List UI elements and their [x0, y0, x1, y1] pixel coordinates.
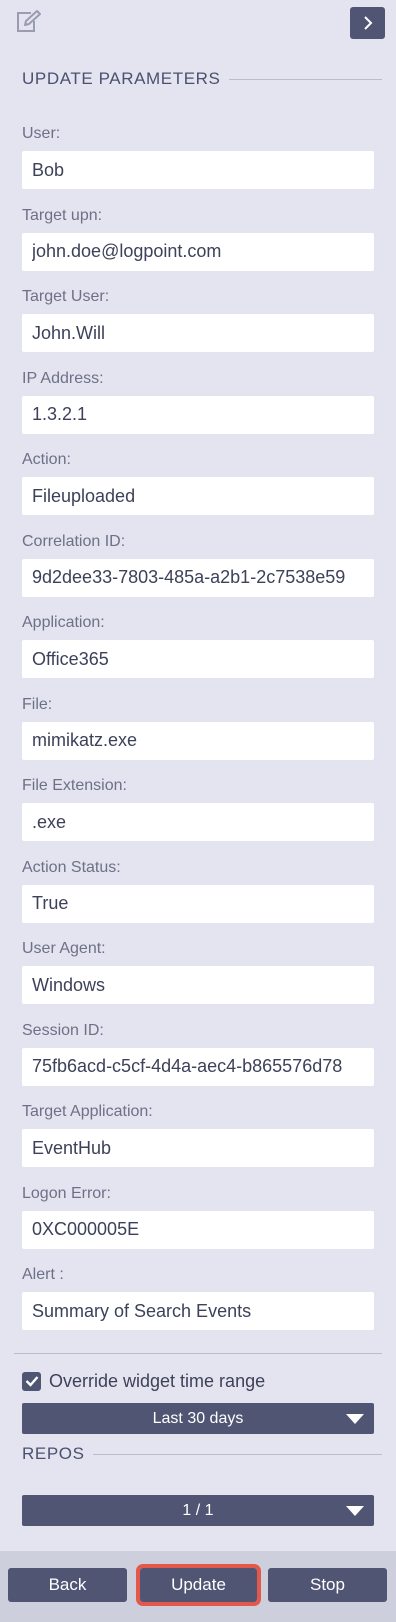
repos-divider: [92, 1453, 382, 1455]
section-divider: [228, 78, 382, 80]
field-label: Action:: [22, 451, 71, 468]
field-label: Correlation ID:: [22, 532, 126, 550]
divider: [14, 1353, 382, 1354]
field-input[interactable]: [22, 151, 374, 189]
field-input[interactable]: [22, 314, 374, 352]
field-input[interactable]: [22, 558, 374, 597]
field-label: Alert :: [22, 1266, 64, 1283]
update-parameters-panel: UPDATE PARAMETERS User: Target upn: Target…: [0, 0, 396, 1622]
parameter-field: User Agent:: [22, 936, 374, 1018]
field-label: Target User:: [22, 288, 110, 305]
collapse-panel-button[interactable]: [350, 7, 385, 39]
edit-icon[interactable]: [14, 9, 42, 35]
section-title: UPDATE PARAMETERS: [22, 69, 221, 88]
section-header: UPDATE PARAMETERS: [22, 68, 382, 90]
field-label: Application:: [22, 614, 105, 631]
parameter-field: Target Application:: [22, 1099, 374, 1181]
field-label: File Extension:: [22, 777, 127, 794]
update-button[interactable]: Update: [136, 1564, 261, 1606]
parameter-fields: User: Target upn: Target User: IP Address: A…: [22, 121, 374, 1344]
field-input[interactable]: [22, 1210, 374, 1249]
field-input[interactable]: [22, 884, 374, 923]
field-input[interactable]: [22, 803, 374, 841]
field-label: Logon Error:: [22, 1184, 111, 1202]
repos-dropdown[interactable]: 1 / 1: [22, 1495, 374, 1526]
parameter-field: Target upn:: [22, 203, 374, 285]
field-input[interactable]: [22, 477, 374, 515]
time-range-dropdown[interactable]: Last 30 days: [22, 1403, 374, 1434]
field-label: User Agent:: [22, 940, 106, 957]
field-input[interactable]: [22, 1047, 374, 1086]
field-input[interactable]: [22, 721, 374, 760]
parameter-field: Action:: [22, 447, 374, 529]
field-input[interactable]: [22, 1129, 374, 1167]
stop-button[interactable]: Stop: [268, 1568, 387, 1602]
field-label: Target upn:: [22, 206, 103, 224]
parameter-field: Alert :: [22, 1262, 374, 1344]
parameter-field: Correlation ID:: [22, 529, 374, 611]
checkmark-icon: [25, 1376, 38, 1387]
field-label: File:: [22, 695, 53, 713]
field-input[interactable]: [22, 966, 374, 1004]
top-bar: [0, 0, 396, 50]
repos-header: REPOS: [22, 1443, 382, 1465]
override-label[interactable]: Override widget time range: [49, 1371, 265, 1392]
parameter-field: Application:: [22, 610, 374, 692]
parameter-field: User:: [22, 121, 374, 203]
field-label: Target Application:: [22, 1103, 153, 1120]
caret-down-icon: [346, 1414, 364, 1424]
repos-value: 1 / 1: [182, 1501, 214, 1519]
parameter-field: Session ID:: [22, 1018, 374, 1100]
parameter-field: File:: [22, 692, 374, 774]
field-input[interactable]: [22, 640, 374, 678]
parameter-field: Target User:: [22, 284, 374, 366]
field-input[interactable]: [22, 395, 374, 434]
field-label: Session ID:: [22, 1021, 104, 1039]
field-input[interactable]: [22, 1292, 374, 1330]
parameter-field: File Extension:: [22, 773, 374, 855]
parameter-field: Logon Error:: [22, 1181, 374, 1263]
override-time-range-row: Override widget time range: [22, 1368, 265, 1394]
field-label: User:: [22, 125, 61, 142]
chevron-right-icon: [363, 16, 372, 30]
field-label: Action Status:: [22, 858, 121, 876]
back-button[interactable]: Back: [8, 1568, 127, 1602]
repos-title: REPOS: [22, 1444, 85, 1463]
field-label: IP Address:: [22, 369, 104, 387]
override-checkbox[interactable]: [22, 1371, 41, 1391]
footer-bar: Back Update Stop: [0, 1551, 396, 1622]
time-range-value: Last 30 days: [152, 1409, 244, 1427]
caret-down-icon: [346, 1506, 364, 1516]
parameter-field: Action Status:: [22, 855, 374, 937]
field-input[interactable]: [22, 232, 374, 271]
parameter-field: IP Address:: [22, 366, 374, 448]
